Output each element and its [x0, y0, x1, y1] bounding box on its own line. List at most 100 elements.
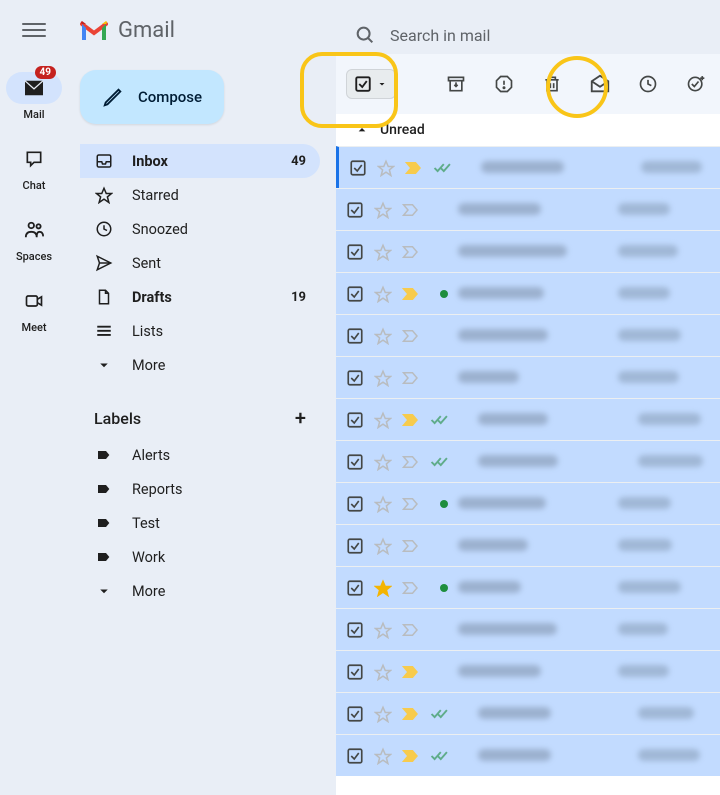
row-checkbox[interactable] — [346, 369, 364, 387]
message-row[interactable] — [336, 146, 720, 188]
star-button[interactable] — [374, 285, 392, 303]
message-row[interactable] — [336, 650, 720, 692]
star-button[interactable] — [374, 453, 392, 471]
message-row[interactable] — [336, 230, 720, 272]
unread-section-header[interactable]: Unread — [336, 114, 720, 146]
row-checkbox[interactable] — [346, 411, 364, 429]
star-button[interactable] — [374, 495, 392, 513]
message-row[interactable] — [336, 314, 720, 356]
star-button[interactable] — [374, 537, 392, 555]
message-row[interactable] — [336, 440, 720, 482]
app-rail: Mail49 Chat Spaces Meet — [0, 0, 68, 795]
star-button[interactable] — [374, 201, 392, 219]
row-checkbox[interactable] — [346, 327, 364, 345]
importance-marker[interactable] — [402, 497, 420, 511]
subject — [618, 368, 710, 387]
nav-item-snoozed[interactable]: Snoozed — [80, 212, 320, 246]
row-checkbox[interactable] — [346, 285, 364, 303]
gmail-logo[interactable]: Gmail — [80, 18, 175, 43]
row-checkbox[interactable] — [346, 537, 364, 555]
row-checkbox[interactable] — [349, 159, 367, 177]
row-checkbox[interactable] — [346, 747, 364, 765]
star-button[interactable] — [374, 747, 392, 765]
checkbox-checked-icon — [354, 75, 372, 93]
importance-marker[interactable] — [402, 581, 420, 595]
row-checkbox[interactable] — [346, 243, 364, 261]
importance-marker[interactable] — [402, 371, 420, 385]
label-item-test[interactable]: Test — [80, 506, 320, 540]
message-row[interactable] — [336, 692, 720, 734]
label-item-more[interactable]: More — [80, 574, 320, 608]
sender — [458, 620, 608, 639]
drafts-icon — [94, 288, 114, 306]
importance-marker[interactable] — [402, 665, 420, 679]
rail-item-meet[interactable]: Meet — [6, 285, 62, 334]
subject — [618, 200, 710, 219]
nav-item-drafts[interactable]: Drafts19 — [80, 280, 320, 314]
row-checkbox[interactable] — [346, 201, 364, 219]
add-to-tasks-button[interactable] — [676, 64, 716, 104]
importance-marker[interactable] — [402, 539, 420, 553]
main-menu-button[interactable] — [22, 18, 46, 42]
star-button[interactable] — [374, 663, 392, 681]
mark-as-read-button[interactable] — [580, 64, 620, 104]
snooze-button[interactable] — [628, 64, 668, 104]
mail-list: Unread — [336, 54, 720, 795]
message-row[interactable] — [336, 524, 720, 566]
nav-item-sent[interactable]: Sent — [80, 246, 320, 280]
row-checkbox[interactable] — [346, 621, 364, 639]
delete-button[interactable] — [532, 64, 572, 104]
select-all-dropdown[interactable] — [346, 69, 396, 99]
nav-item-starred[interactable]: Starred — [80, 178, 320, 212]
compose-button[interactable]: Compose — [80, 70, 224, 124]
report-spam-button[interactable] — [484, 64, 524, 104]
sender — [478, 746, 628, 765]
sidebar: Compose Inbox49StarredSnoozedSentDrafts1… — [80, 70, 320, 608]
nav-item-lists[interactable]: Lists — [80, 314, 320, 348]
star-button[interactable] — [374, 369, 392, 387]
label-item-reports[interactable]: Reports — [80, 472, 320, 506]
star-button[interactable] — [374, 243, 392, 261]
row-checkbox[interactable] — [346, 705, 364, 723]
label-item-work[interactable]: Work — [80, 540, 320, 574]
star-button[interactable] — [374, 327, 392, 345]
importance-marker[interactable] — [402, 623, 420, 637]
rail-item-mail[interactable]: Mail49 — [6, 72, 62, 121]
nav-item-more[interactable]: More — [80, 348, 320, 382]
nav-item-inbox[interactable]: Inbox49 — [80, 144, 320, 178]
rail-item-spaces[interactable]: Spaces — [6, 214, 62, 263]
row-checkbox[interactable] — [346, 663, 364, 681]
rail-item-chat[interactable]: Chat — [6, 143, 62, 192]
message-row[interactable] — [336, 734, 720, 776]
star-button[interactable] — [377, 159, 395, 177]
row-checkbox[interactable] — [346, 453, 364, 471]
snoozed-icon — [94, 220, 114, 238]
importance-marker[interactable] — [402, 245, 420, 259]
importance-marker[interactable] — [402, 203, 420, 217]
importance-marker[interactable] — [402, 707, 420, 721]
importance-marker[interactable] — [402, 329, 420, 343]
importance-marker[interactable] — [402, 413, 420, 427]
message-row[interactable] — [336, 272, 720, 314]
importance-marker[interactable] — [402, 455, 420, 469]
message-row[interactable] — [336, 188, 720, 230]
importance-marker[interactable] — [402, 287, 420, 301]
star-button[interactable] — [374, 621, 392, 639]
message-row[interactable] — [336, 356, 720, 398]
star-button[interactable] — [374, 705, 392, 723]
importance-marker[interactable] — [402, 749, 420, 763]
label-item-alerts[interactable]: Alerts — [80, 438, 320, 472]
message-row[interactable] — [336, 608, 720, 650]
message-row[interactable] — [336, 482, 720, 524]
importance-marker[interactable] — [405, 161, 423, 175]
message-row[interactable] — [336, 566, 720, 608]
sender — [478, 452, 628, 471]
message-row[interactable] — [336, 398, 720, 440]
search-bar[interactable]: Search in mail — [340, 14, 720, 56]
star-button[interactable] — [374, 411, 392, 429]
star-button[interactable] — [374, 579, 392, 597]
row-checkbox[interactable] — [346, 495, 364, 513]
row-checkbox[interactable] — [346, 579, 364, 597]
archive-button[interactable] — [436, 64, 476, 104]
add-label-button[interactable]: + — [295, 406, 306, 430]
